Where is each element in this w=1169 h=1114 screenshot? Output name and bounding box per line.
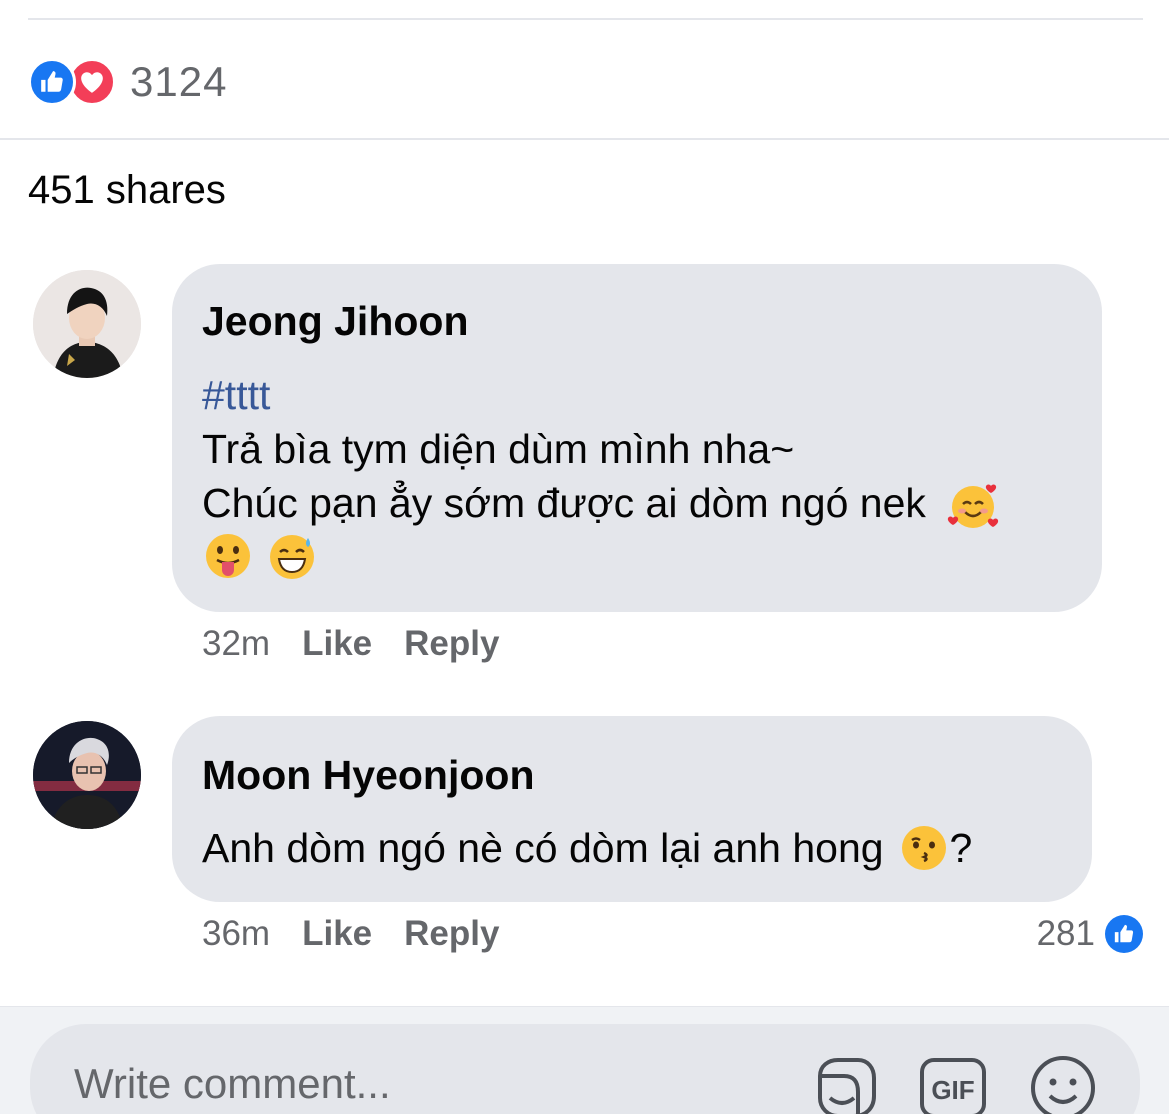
reply-button[interactable]: Reply	[404, 914, 499, 954]
emoji-icon[interactable]	[1028, 1052, 1098, 1114]
comment-text-line: Anh dòm ngó nè có dòm lại anh hong ?	[202, 822, 972, 874]
comment-composer[interactable]: GIF	[30, 1024, 1140, 1114]
comment-text: Anh dòm ngó nè có dòm lại anh hong	[202, 824, 884, 871]
comment-text-suffix: ?	[949, 824, 973, 871]
avatar-jeong-jihoon[interactable]	[33, 270, 141, 378]
like-button[interactable]: Like	[302, 624, 372, 664]
like-reaction-icon	[28, 58, 76, 106]
shares-count[interactable]: 451 shares	[28, 168, 226, 213]
comment-text-line: Trả bìa tym diện dùm mình nha~	[202, 426, 795, 472]
comment-reaction-count: 281	[1036, 914, 1095, 953]
comment-meta: 36m Like Reply	[202, 914, 531, 954]
comment-text: Chúc pạn ẳy sớm được ai dòm ngó nek	[202, 480, 926, 526]
kissing-face-emoji-icon	[901, 826, 946, 870]
reply-button[interactable]: Reply	[404, 624, 499, 664]
section-divider	[0, 138, 1169, 140]
top-divider	[28, 18, 1143, 20]
comment-timestamp[interactable]: 36m	[202, 914, 270, 954]
comment-reaction-summary[interactable]: 281	[1037, 914, 1143, 954]
post-reactions[interactable]: 3124	[28, 58, 227, 106]
reaction-count[interactable]: 3124	[130, 58, 227, 106]
comment-author[interactable]: Jeong Jihoon	[202, 298, 469, 345]
face-with-tongue-emoji-icon	[206, 534, 250, 578]
like-button[interactable]: Like	[302, 914, 372, 954]
comment-meta: 32m Like Reply	[202, 624, 531, 664]
comment-bubble[interactable]: Jeong Jihoon #tttt Trả bìa tym diện dùm …	[172, 264, 1102, 612]
comment-author[interactable]: Moon Hyeonjoon	[202, 752, 535, 799]
svg-text:GIF: GIF	[931, 1075, 974, 1105]
grinning-face-with-sweat-emoji-icon	[270, 535, 314, 579]
comment-timestamp[interactable]: 32m	[202, 624, 270, 664]
comment-bubble[interactable]: Moon Hyeonjoon Anh dòm ngó nè có dòm lại…	[172, 716, 1092, 902]
avatar-moon-hyeonjoon[interactable]	[33, 721, 141, 829]
hashtag-link[interactable]: #tttt	[202, 372, 270, 419]
like-icon	[1105, 915, 1143, 953]
comment-text-line: Chúc pạn ẳy sớm được ai dòm ngó nek	[202, 480, 999, 532]
smiling-face-with-hearts-emoji-icon	[948, 484, 999, 529]
sticker-icon[interactable]	[810, 1052, 880, 1114]
emoji-row	[202, 530, 318, 582]
comment-input[interactable]	[74, 1054, 774, 1114]
gif-icon[interactable]: GIF	[918, 1052, 988, 1114]
